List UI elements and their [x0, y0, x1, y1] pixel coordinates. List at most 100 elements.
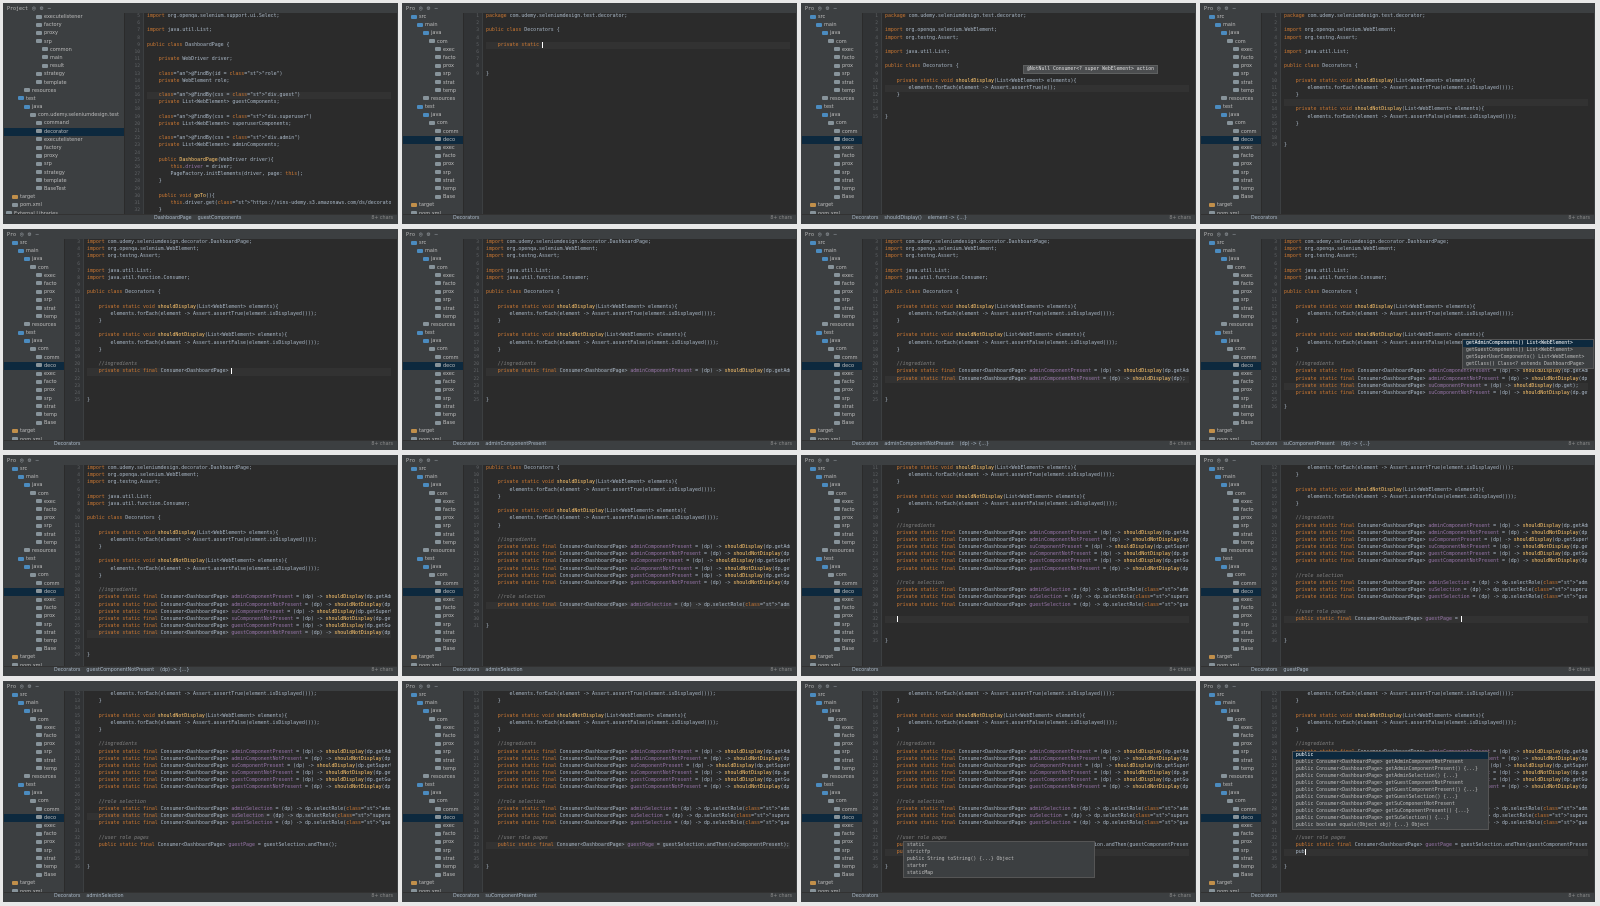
tree-item[interactable]: main — [403, 699, 463, 707]
tree-item[interactable]: test — [802, 329, 862, 337]
tree-item[interactable]: factory — [4, 144, 124, 152]
tree-item[interactable]: temp — [4, 765, 64, 773]
tree-item[interactable]: facto — [1201, 604, 1261, 612]
tree-item[interactable]: facto — [802, 152, 862, 160]
tree-item[interactable]: exec — [1201, 46, 1261, 54]
tree-item[interactable]: temp — [1201, 185, 1261, 193]
tree-item[interactable]: facto — [802, 732, 862, 740]
tree-item[interactable]: strat — [403, 79, 463, 87]
tree-item[interactable]: exec — [1201, 596, 1261, 604]
tree-item[interactable]: exec — [403, 144, 463, 152]
tree-item[interactable]: strat — [1201, 403, 1261, 411]
breadcrumb-item[interactable]: Decorators — [453, 893, 479, 901]
tree-item[interactable]: resources — [403, 547, 463, 555]
tree-item[interactable]: exec — [403, 822, 463, 830]
tree-item[interactable]: srp — [4, 296, 64, 304]
tree-item[interactable]: com — [403, 716, 463, 724]
tree-item[interactable]: com — [403, 119, 463, 127]
tree-item[interactable]: prox — [802, 838, 862, 846]
tree-item[interactable]: java — [403, 563, 463, 571]
tree-item[interactable]: facto — [403, 604, 463, 612]
tree-item[interactable]: target — [4, 653, 64, 661]
tree-item[interactable]: deco — [1201, 361, 1261, 370]
tree-item[interactable]: prox — [1201, 386, 1261, 394]
globe-icon[interactable]: ◎ — [818, 5, 822, 12]
tree-item[interactable]: test — [4, 555, 64, 563]
tree-item[interactable]: facto — [403, 378, 463, 386]
tree-item[interactable]: prox — [1201, 612, 1261, 620]
tree-item[interactable]: facto — [403, 54, 463, 62]
completion-item[interactable]: starter — [904, 863, 1094, 870]
tree-item[interactable]: deco — [403, 587, 463, 596]
breadcrumb-item[interactable]: (dp) -> {...} — [960, 441, 989, 449]
tree-item[interactable]: com — [802, 345, 862, 353]
tree-item[interactable]: srp — [403, 296, 463, 304]
tree-item[interactable]: deco — [802, 361, 862, 370]
tree-item[interactable]: Base — [4, 419, 64, 427]
tree-item[interactable]: target — [403, 201, 463, 209]
tree-item[interactable]: strat — [1201, 305, 1261, 313]
tree-item[interactable]: temp — [802, 765, 862, 773]
tree-item[interactable]: facto — [403, 830, 463, 838]
tree-item[interactable]: srp — [4, 621, 64, 629]
tree-item[interactable]: srp — [1201, 395, 1261, 403]
globe-icon[interactable]: ◎ — [20, 457, 24, 464]
tree-item[interactable]: com — [802, 490, 862, 498]
globe-icon[interactable]: ◎ — [20, 683, 24, 690]
tree-item[interactable]: temp — [802, 863, 862, 871]
tree-item[interactable]: test — [4, 329, 64, 337]
completion-item[interactable]: getClass() Class<? extends DashboardPage… — [1463, 361, 1593, 368]
tree-item[interactable]: java — [403, 707, 463, 715]
tree-item[interactable]: facto — [4, 830, 64, 838]
globe-icon[interactable]: ◎ — [1217, 683, 1221, 690]
breadcrumb-item[interactable]: Decorators — [1251, 215, 1277, 223]
breadcrumb-item[interactable]: Decorators — [852, 667, 878, 675]
tree-item[interactable]: main — [4, 699, 64, 707]
completion-item[interactable]: getAdminComponents() List<WebElement> — [1463, 340, 1593, 347]
project-tree[interactable]: executelistener factory proxy srp common main… — [4, 13, 125, 215]
tree-item[interactable]: strategy — [4, 70, 124, 78]
tree-item[interactable]: temp — [403, 313, 463, 321]
breadcrumb-item[interactable]: Decorators — [852, 215, 878, 223]
project-tree[interactable]: src main java com exec facto prox srp strat temp r… — [4, 465, 65, 667]
tree-item[interactable]: resources — [802, 547, 862, 555]
code-area[interactable]: elements.forEach(element -> Assert.asser… — [87, 691, 391, 893]
tree-item[interactable]: com — [4, 264, 64, 272]
tree-item[interactable]: prox — [403, 514, 463, 522]
tree-item[interactable]: main — [1201, 473, 1261, 481]
tree-item[interactable]: src — [4, 465, 64, 473]
tree-item[interactable]: exec — [403, 498, 463, 506]
tree-item[interactable]: src — [403, 465, 463, 473]
completion-item[interactable]: public — [1293, 752, 1488, 759]
tree-item[interactable]: java — [1201, 255, 1261, 263]
error-stripe[interactable] — [393, 239, 397, 441]
breadcrumb-item[interactable]: suComponentPresent — [1283, 441, 1334, 449]
tree-item[interactable]: main — [4, 54, 124, 62]
tree-item[interactable]: java — [403, 29, 463, 37]
tree-item[interactable]: srp — [1201, 522, 1261, 530]
tree-item[interactable]: facto — [1201, 280, 1261, 288]
tree-item[interactable]: target — [802, 427, 862, 435]
breadcrumb-item[interactable]: Decorators — [1251, 667, 1277, 675]
tree-item[interactable]: prox — [4, 514, 64, 522]
completion-item[interactable]: getGuestComponents() List<WebElement> — [1463, 347, 1593, 354]
tree-item[interactable]: java — [1201, 707, 1261, 715]
tree-item[interactable]: exec — [4, 596, 64, 604]
completion-item[interactable]: public Consumer<DashboardPage> getSuSele… — [1293, 815, 1488, 822]
tree-item[interactable]: temp — [403, 87, 463, 95]
tree-item[interactable]: prox — [802, 386, 862, 394]
tree-item[interactable]: com — [802, 119, 862, 127]
error-stripe[interactable] — [393, 13, 397, 215]
tree-item[interactable]: com — [4, 571, 64, 579]
tree-item[interactable]: prox — [1201, 160, 1261, 168]
tree-item[interactable]: target — [1201, 653, 1261, 661]
tree-item[interactable]: java — [4, 481, 64, 489]
tree-item[interactable]: strat — [802, 305, 862, 313]
tree-item[interactable]: com — [1201, 119, 1261, 127]
breadcrumb-item[interactable]: Decorators — [54, 893, 80, 901]
tree-item[interactable]: resources — [4, 773, 64, 781]
tree-item[interactable]: prox — [802, 160, 862, 168]
tree-item[interactable]: temp — [802, 313, 862, 321]
tree-item[interactable]: comm — [403, 580, 463, 588]
code-editor[interactable]: 12 13 14 15 16 17 18 19 20 21 22 23 24 25 26 27 28 29 30 31… — [464, 691, 796, 893]
